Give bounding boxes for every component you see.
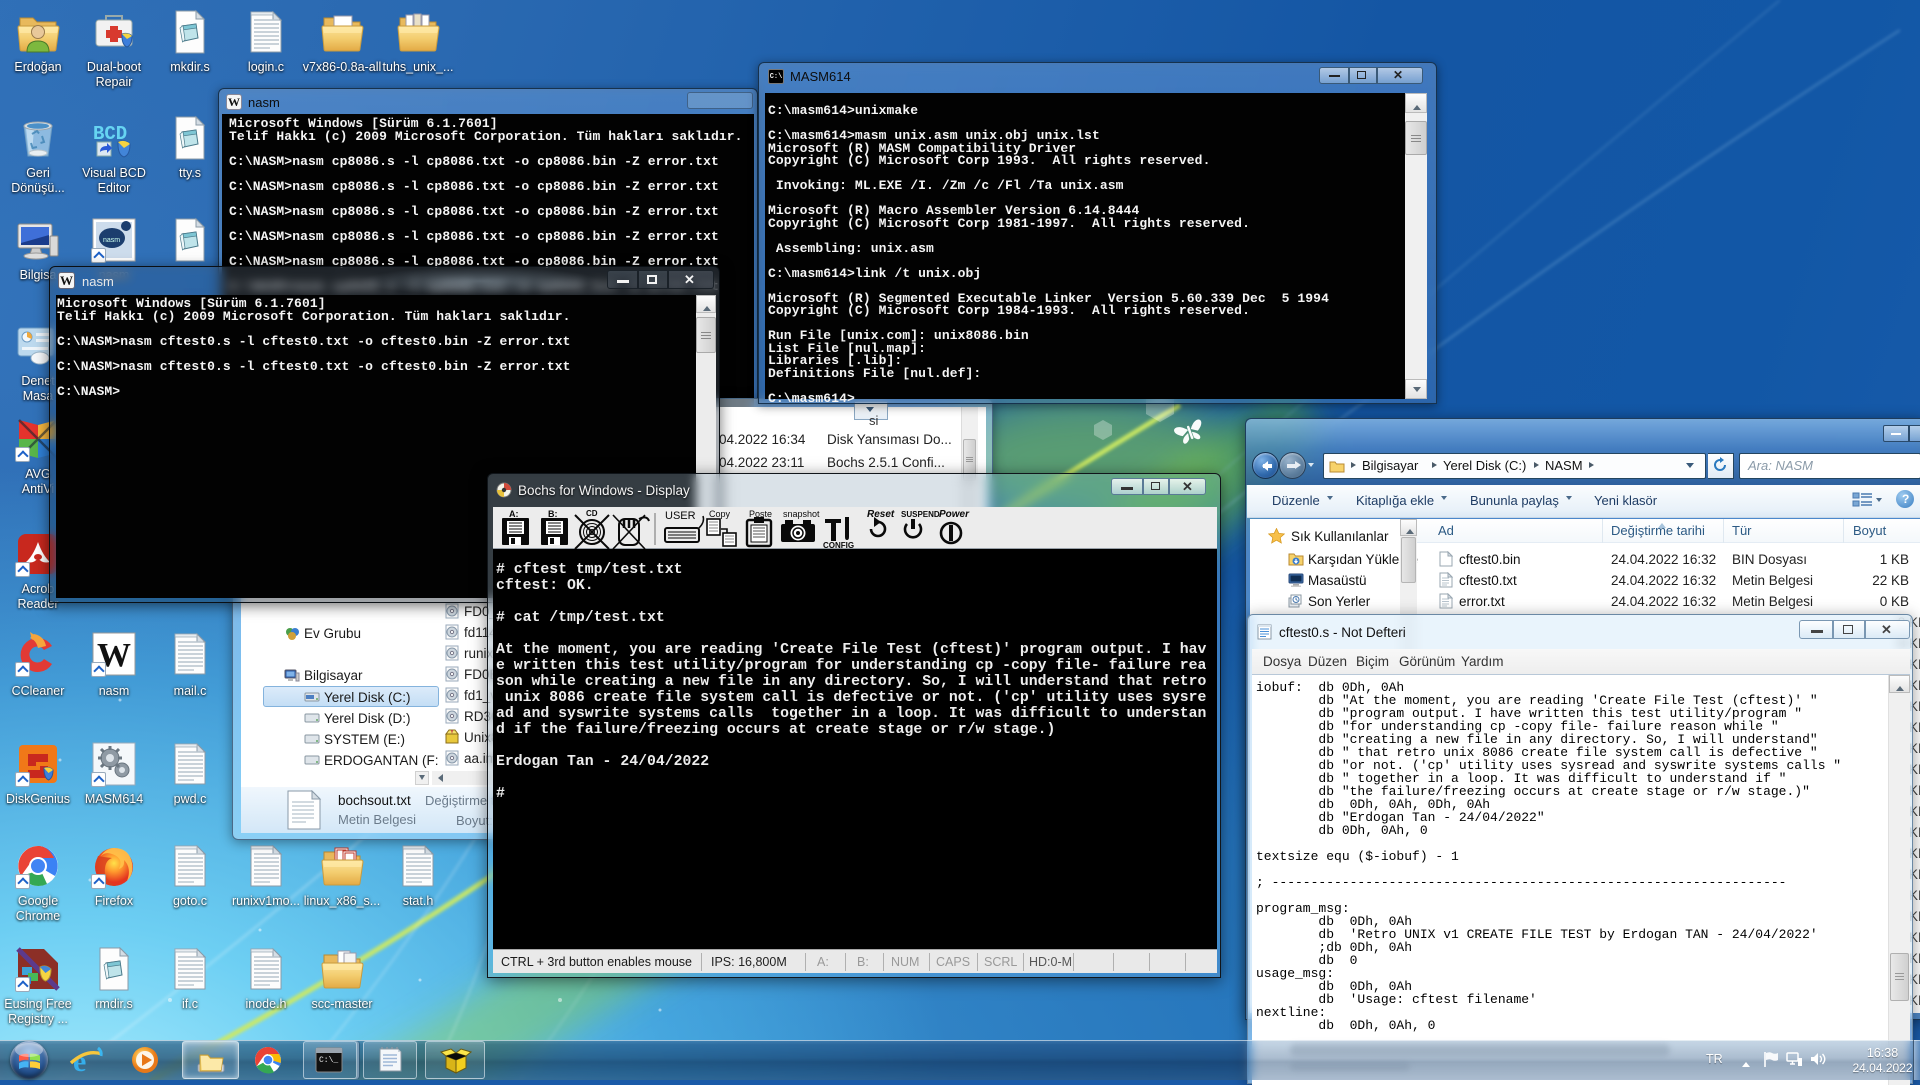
svg-text:USER: USER	[665, 510, 696, 522]
svg-text:A:: A:	[509, 509, 519, 519]
svg-text:C:\_: C:\_	[319, 1056, 338, 1065]
svg-text:CD: CD	[586, 509, 598, 518]
svg-text:snapshot: snapshot	[783, 509, 820, 519]
svg-text:SUSPEND: SUSPEND	[901, 510, 940, 519]
svg-text:Reset: Reset	[867, 509, 895, 520]
svg-text:Power: Power	[939, 509, 970, 520]
svg-text:CONFIG: CONFIG	[823, 541, 854, 549]
svg-text:B:: B:	[548, 509, 558, 519]
svg-text:Copy: Copy	[709, 509, 731, 519]
